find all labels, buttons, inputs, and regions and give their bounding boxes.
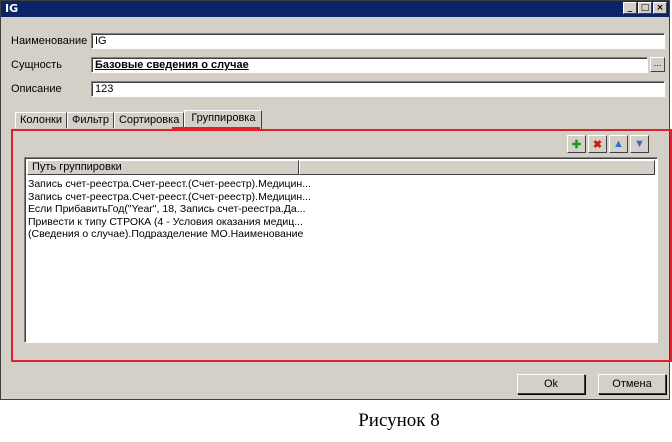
arrow-down-icon[interactable]: ▼ <box>630 135 649 153</box>
description-label: Описание <box>11 83 62 95</box>
ok-button[interactable]: Ok <box>517 374 585 394</box>
column-header-empty[interactable] <box>299 160 655 175</box>
tab-strip: Колонки Фильтр Сортировка Группировка <box>15 110 263 129</box>
list-item[interactable]: (Сведения о случае).Подразделение МО.Наи… <box>28 228 311 241</box>
list-rows: Запись счет-реестра.Счет-реест.(Счет-рее… <box>28 178 311 241</box>
grouping-toolbar: ✚ ✖ ▲ ▼ <box>567 135 649 153</box>
list-item[interactable]: Привести к типу СТРОКА (4 - Условия оказ… <box>28 216 311 229</box>
close-button[interactable]: × <box>653 2 667 14</box>
list-item[interactable]: Запись счет-реестра.Счет-реест.(Счет-рее… <box>28 191 311 204</box>
grouping-list[interactable]: Путь группировки Запись счет-реестра.Сче… <box>24 157 658 343</box>
title-bar[interactable]: IG _ □ × <box>1 1 669 17</box>
tab-columns[interactable]: Колонки <box>15 112 67 128</box>
tab-sorting[interactable]: Сортировка <box>113 112 185 128</box>
list-item[interactable]: Если ПрибавитьГод("Year", 18, Запись сче… <box>28 203 311 216</box>
description-field[interactable]: 123 <box>91 81 665 97</box>
list-item[interactable]: Запись счет-реестра.Счет-реест.(Счет-рее… <box>28 178 311 191</box>
maximize-button[interactable]: □ <box>638 2 652 14</box>
dialog-window: IG _ □ × Наименование IG Сущность Базовы… <box>0 0 672 400</box>
entity-label: Сущность <box>11 59 62 71</box>
entity-field[interactable]: Базовые сведения о случае <box>91 57 648 73</box>
delete-icon[interactable]: ✖ <box>588 135 607 153</box>
name-field[interactable]: IG <box>91 33 665 49</box>
cancel-button[interactable]: Отмена <box>598 374 666 394</box>
column-header-path[interactable]: Путь группировки <box>27 160 299 175</box>
tab-filter[interactable]: Фильтр <box>66 112 114 128</box>
entity-browse-button[interactable]: ... <box>650 57 665 72</box>
figure-caption: Рисунок 8 <box>358 410 440 431</box>
arrow-up-icon[interactable]: ▲ <box>609 135 628 153</box>
minimize-button[interactable]: _ <box>623 2 637 14</box>
window-title: IG <box>5 2 19 15</box>
plus-icon[interactable]: ✚ <box>567 135 586 153</box>
list-header: Путь группировки <box>27 160 655 175</box>
name-label: Наименование <box>11 35 88 47</box>
window-controls: _ □ × <box>623 2 667 14</box>
